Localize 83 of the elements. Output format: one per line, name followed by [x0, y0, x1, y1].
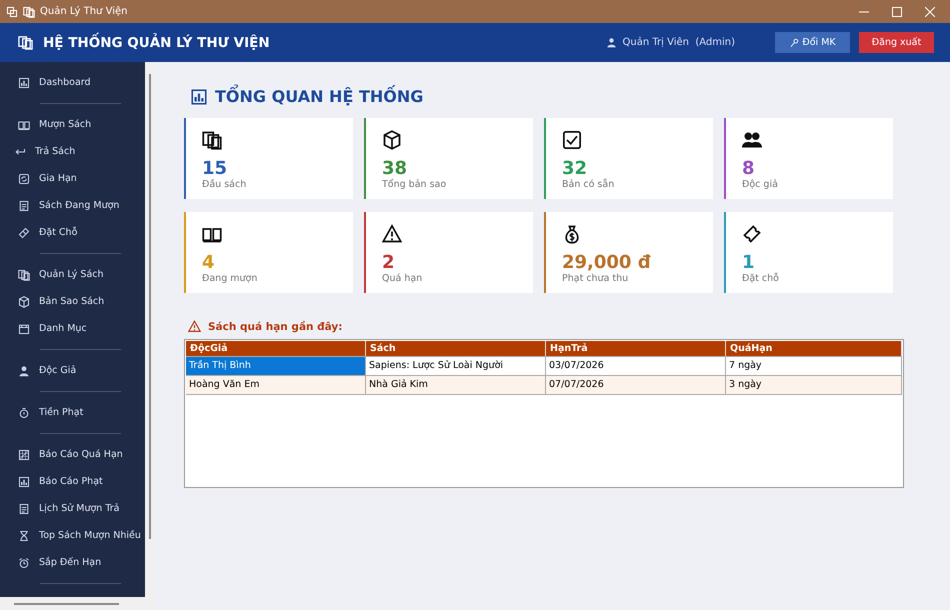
stat-label: Đặt chỗ: [742, 273, 780, 285]
scrollbar[interactable]: [14, 602, 119, 604]
books-icon: [202, 130, 222, 150]
stat-label: Bản có sẵn: [562, 179, 616, 191]
box-icon: [18, 296, 30, 308]
sidebar-item[interactable]: Độc Giả: [0, 357, 145, 384]
table-cell[interactable]: 03/07/2026: [546, 357, 726, 375]
clipboard-icon: [18, 502, 30, 514]
warning-icon: [382, 224, 402, 244]
user-icon: [18, 364, 30, 376]
ticket-icon: [742, 224, 762, 244]
refresh-icon: [18, 172, 30, 184]
stat-value: 15: [202, 159, 228, 179]
chart-icon: [18, 76, 30, 88]
user-icon: [606, 37, 617, 48]
table-cell[interactable]: Sapiens: Lược Sử Loài Người: [366, 357, 546, 375]
warning-icon: [188, 320, 201, 333]
stat-label: Đầu sách: [202, 179, 248, 191]
sidebar-item[interactable]: Bản Sao Sách: [0, 288, 145, 315]
sidebar-item[interactable]: Báo Cáo Phạt: [0, 468, 145, 495]
sidebar-item[interactable]: Sắp Đến Hạn: [0, 549, 145, 576]
scrollbar[interactable]: [149, 74, 151, 539]
stat-value: 32: [562, 159, 588, 179]
change-password-button[interactable]: Đổi MK: [775, 32, 850, 53]
sidebar-item[interactable]: Đặt Chỗ: [0, 219, 145, 246]
section-title: Sách quá hạn gần đây:: [208, 320, 342, 332]
books-icon: [23, 6, 35, 18]
stat-value: 8: [742, 159, 756, 179]
sidebar-item[interactable]: Gia Hạn: [0, 165, 145, 192]
stat-label: Đang mượn: [202, 273, 258, 285]
page-title: TỔNG QUAN HỆ THỐNG: [215, 87, 424, 106]
sidebar-item[interactable]: Tiền Phạt: [0, 399, 145, 426]
tag-icon: [18, 226, 30, 238]
sidebar-item[interactable]: Báo Cáo Quá Hạn: [0, 441, 145, 468]
stopwatch-icon: [18, 406, 30, 418]
stat-value: 4: [202, 253, 216, 273]
clipboard-icon: [18, 200, 30, 212]
books-icon: [18, 268, 30, 280]
app-title: HỆ THỐNG QUẢN LÝ THƯ VIỆN: [43, 34, 271, 50]
sidebar-item[interactable]: Dashboard: [0, 69, 145, 96]
sidebar-item[interactable]: Trả Sách: [0, 138, 145, 165]
maximize-icon[interactable]: [892, 6, 902, 16]
window-title: Quản Lý Thư Viện: [40, 6, 128, 17]
column-header[interactable]: HạnTrả: [546, 341, 726, 356]
stat-label: Tổng bản sao: [382, 179, 448, 191]
books-icon: [18, 35, 33, 50]
column-header[interactable]: Sách: [366, 341, 546, 356]
stat-label: Phạt chưa thu: [562, 273, 630, 285]
stat-label: Quá hạn: [382, 273, 424, 285]
table-cell[interactable]: 07/07/2026: [546, 376, 726, 394]
sidebar-item[interactable]: Top Sách Mượn Nhiều: [0, 522, 145, 549]
chart-icon: [190, 88, 208, 106]
alarm-clock-icon: [18, 556, 30, 568]
chart-icon: [18, 476, 30, 488]
window-icon: [6, 6, 18, 18]
column-header[interactable]: QuáHạn: [726, 341, 902, 356]
column-header[interactable]: ĐộcGiả: [186, 341, 366, 356]
table-cell[interactable]: 3 ngày: [726, 376, 902, 394]
book-icon: [18, 118, 30, 130]
stat-value: 1: [742, 253, 756, 273]
table-cell[interactable]: Hoàng Văn Em: [186, 376, 366, 394]
stat-value: 2: [382, 253, 396, 273]
chart-icon: [18, 448, 30, 460]
box-icon: [382, 130, 402, 150]
calendar-icon: [18, 322, 30, 334]
table-cell[interactable]: Nhà Giả Kim: [366, 376, 546, 394]
sidebar-item[interactable]: Sách Đang Mượn: [0, 192, 145, 219]
logout-button[interactable]: Đăng xuất: [859, 32, 934, 53]
users-icon: [742, 130, 762, 150]
sidebar-item[interactable]: Danh Mục: [0, 315, 145, 342]
table-cell[interactable]: Trần Thị Bình: [186, 357, 366, 375]
close-icon[interactable]: [925, 6, 935, 16]
key-icon: [789, 38, 800, 48]
table-cell[interactable]: 7 ngày: [726, 357, 902, 375]
stat-value: 38: [382, 159, 408, 179]
sidebar-item[interactable]: Mượn Sách: [0, 111, 145, 138]
sidebar-item[interactable]: Quản Lý Sách: [0, 261, 145, 288]
hourglass-icon: [18, 530, 30, 542]
checkbox-icon: [562, 130, 582, 150]
stat-label: Độc giả: [742, 179, 779, 191]
user-name: Quản Trị Viên (Admin): [622, 37, 735, 48]
stat-value: 29,000 đ: [562, 253, 652, 273]
sidebar-item[interactable]: Lịch Sử Mượn Trả: [0, 495, 145, 522]
